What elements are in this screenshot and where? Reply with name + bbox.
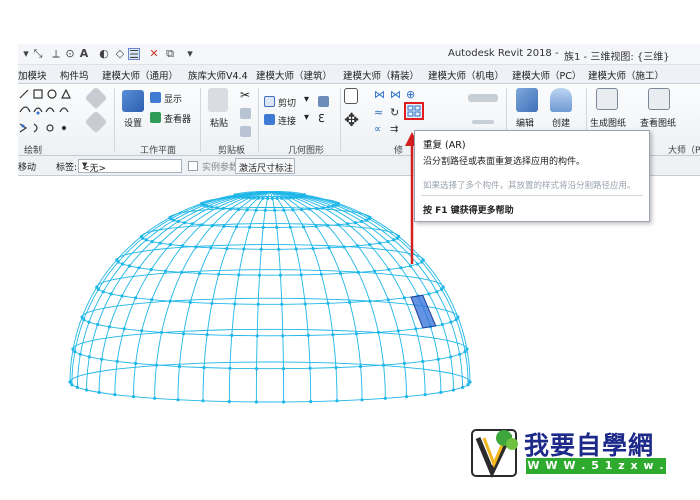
divider xyxy=(421,195,643,196)
repeat-tooltip: 重复 (AR) 沿分割路径或表面重复选择应用的构件。 如果选择了多个构件，其放置… xyxy=(414,130,650,222)
watermark-logo: 我要自學網 W W W . 5 1 z x w . N E T xyxy=(470,424,670,488)
watermark-text: 我要自學網 xyxy=(524,431,655,460)
tooltip-description: 沿分割路径或表面重复选择应用的构件。 xyxy=(423,157,586,167)
tooltip-title: 重复 (AR) xyxy=(423,140,466,151)
logo-emblem-icon xyxy=(471,429,518,479)
tooltip-help: 按 F1 键获得更多帮助 xyxy=(423,206,514,216)
tooltip-note: 如果选择了多个构件，其放置的样式将沿分割路径应用。 xyxy=(423,181,636,191)
watermark-url: W W W . 5 1 z x w . N E T xyxy=(526,458,666,488)
